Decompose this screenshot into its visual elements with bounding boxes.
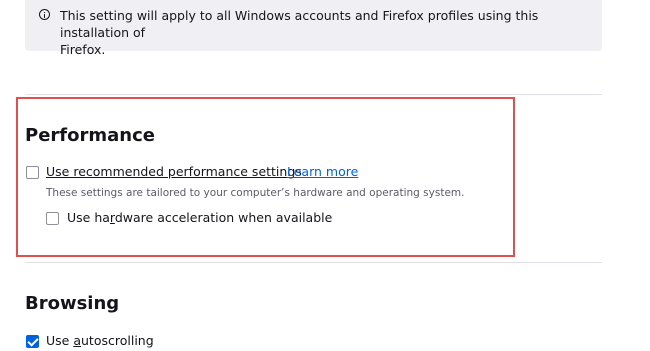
autoscrolling-label[interactable]: Use autoscrolling [46,333,154,348]
section-divider [25,94,602,95]
info-icon [39,9,50,20]
settings-page: This setting will apply to all Windows a… [0,0,650,351]
recommended-performance-label[interactable]: Use recommended performance settings [46,164,302,179]
performance-heading: Performance [25,125,155,146]
hardware-acceleration-checkbox[interactable] [46,212,59,225]
notice-text-line1: This setting will apply to all Windows a… [60,8,539,40]
browsing-heading: Browsing [25,293,120,314]
recommended-performance-checkbox[interactable] [26,166,39,179]
section-divider [25,262,602,263]
autoscrolling-checkbox[interactable] [26,335,39,348]
learn-more-link[interactable]: Learn more [287,164,358,179]
recommended-performance-description: These settings are tailored to your comp… [46,187,465,199]
notice-text-line2: Firefox. [60,42,106,57]
hardware-acceleration-label[interactable]: Use hardware acceleration when available [67,210,332,225]
install-notice: This setting will apply to all Windows a… [25,0,602,57]
